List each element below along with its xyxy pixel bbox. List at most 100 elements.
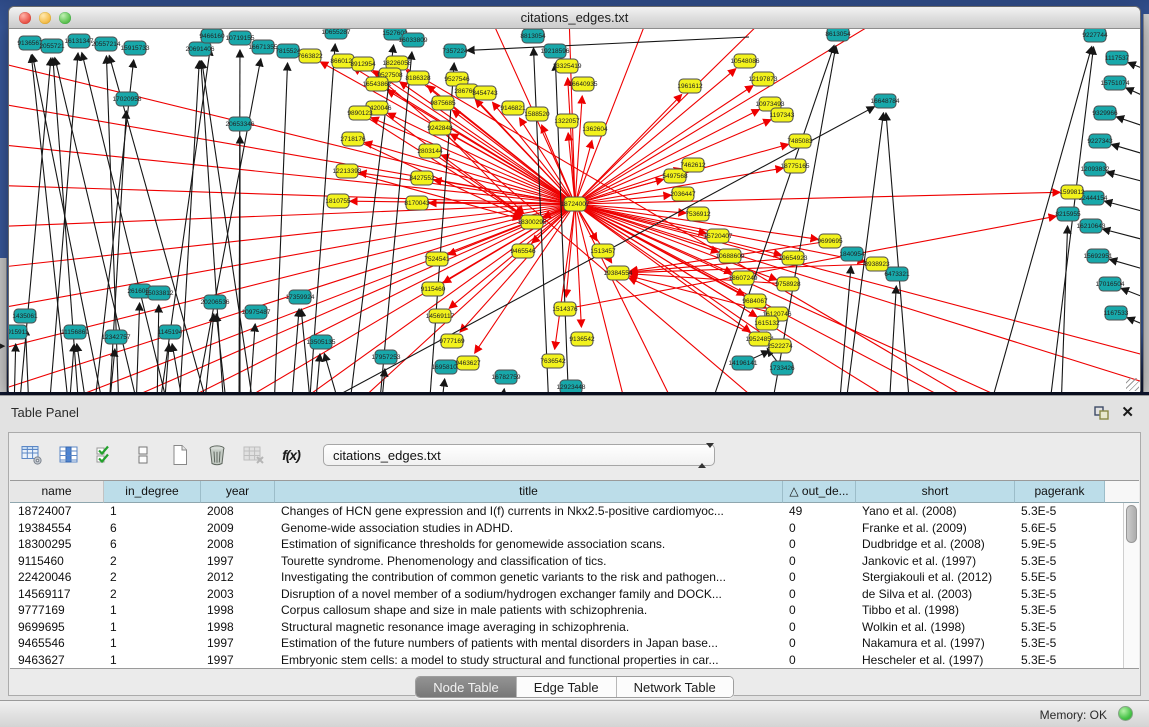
function-builder-button[interactable]: f(x) — [278, 442, 304, 468]
cell-in_degree[interactable]: 1 — [104, 619, 201, 636]
cell-year[interactable]: 2003 — [201, 586, 275, 603]
graph-node[interactable]: 18300295 — [518, 215, 547, 229]
graph-edge[interactable] — [1110, 259, 1140, 275]
graph-node[interactable]: 20653346 — [226, 117, 255, 131]
cell-out_degree[interactable]: 0 — [783, 553, 856, 570]
graph-node[interactable]: 9329966 — [1092, 106, 1118, 120]
cell-out_degree[interactable]: 49 — [783, 503, 856, 520]
cell-name[interactable]: 9463627 — [10, 652, 104, 669]
tab-network-table[interactable]: Network Table — [617, 677, 733, 697]
cell-in_degree[interactable]: 1 — [104, 652, 201, 669]
graph-node[interactable]: 7663822 — [297, 49, 323, 63]
show-columns-button[interactable] — [56, 442, 82, 468]
cell-in_degree[interactable]: 1 — [104, 635, 201, 652]
graph-node[interactable]: 8813054 — [520, 29, 546, 43]
cell-out_degree[interactable]: 0 — [783, 569, 856, 586]
graph-edge[interactable] — [77, 344, 87, 392]
graph-edge[interactable] — [1127, 318, 1140, 333]
graph-node[interactable]: 9136542 — [569, 332, 595, 346]
graph-node[interactable]: 20206536 — [201, 295, 230, 309]
rows-button[interactable] — [130, 442, 156, 468]
graph-edge[interactable] — [349, 45, 394, 392]
graph-node[interactable]: 16782759 — [492, 370, 521, 384]
graph-node[interactable]: 18724007 — [561, 197, 590, 211]
graph-node[interactable]: 1167533 — [1104, 306, 1129, 320]
graph-node[interactable]: 9227343 — [1087, 134, 1113, 148]
graph-node[interactable]: 16210643 — [1077, 219, 1106, 233]
graph-node[interactable]: 7357224 — [442, 44, 468, 58]
graph-node[interactable]: 1810755 — [325, 194, 351, 208]
graph-edge[interactable] — [467, 37, 749, 50]
graph-node[interactable]: 7485083 — [787, 134, 813, 148]
cell-name[interactable]: 9115460 — [10, 553, 104, 570]
graph-node[interactable]: 10655287 — [322, 29, 351, 39]
graph-node[interactable]: 9890123 — [347, 106, 373, 120]
graph-edge[interactable] — [575, 204, 627, 392]
graph-node[interactable]: 10688609 — [716, 249, 745, 263]
cell-title[interactable]: Estimation of significance thresholds fo… — [275, 536, 783, 553]
graph-node[interactable]: 10975487 — [242, 305, 271, 319]
graph-edge[interactable] — [1128, 62, 1140, 77]
cell-out_degree[interactable]: 0 — [783, 602, 856, 619]
graph-node[interactable]: 17359924 — [286, 290, 315, 304]
cell-pagerank[interactable]: 5.3E-5 — [1015, 602, 1105, 619]
cell-title[interactable]: Investigating the contribution of common… — [275, 569, 783, 586]
network-window-titlebar[interactable]: citations_edges.txt — [9, 7, 1140, 29]
graph-node[interactable]: 9465546 — [510, 244, 536, 258]
graph-node[interactable]: 1513457 — [590, 244, 616, 258]
graph-node[interactable]: 15033812 — [145, 286, 174, 300]
graph-node[interactable]: 17957253 — [372, 350, 401, 364]
cell-in_degree[interactable]: 2 — [104, 569, 201, 586]
graph-node[interactable]: 8938923 — [864, 257, 890, 271]
cell-short[interactable]: Hescheler et al. (1997) — [856, 652, 1015, 669]
graph-node[interactable]: 16033809 — [399, 33, 428, 47]
graph-node[interactable]: 10719155 — [226, 31, 255, 45]
cell-title[interactable]: Embryonic stem cells: a model to study s… — [275, 652, 783, 669]
graph-edge[interactable] — [157, 305, 159, 392]
column-header-out_degree[interactable]: △ out_de... — [783, 481, 856, 503]
graph-node[interactable]: 2522274 — [767, 339, 793, 353]
cell-in_degree[interactable]: 6 — [104, 536, 201, 553]
graph-node[interactable]: 6473321 — [884, 267, 910, 281]
cell-title[interactable]: Corpus callosum shape and size in male p… — [275, 602, 783, 619]
graph-node[interactable]: 2718176 — [340, 132, 366, 146]
column-header-short[interactable]: short — [856, 481, 1015, 503]
cell-short[interactable]: Yano et al. (2008) — [856, 503, 1015, 520]
float-panel-button[interactable] — [1094, 406, 1109, 420]
graph-edge[interactable] — [441, 379, 445, 392]
graph-edge[interactable] — [575, 29, 889, 204]
graph-node[interactable]: 12342757 — [102, 330, 131, 344]
graph-edge[interactable] — [1112, 144, 1140, 160]
cell-name[interactable]: 22420046 — [10, 569, 104, 586]
graph-node[interactable]: 16131347 — [65, 34, 94, 48]
graph-node[interactable]: 18607249 — [729, 271, 758, 285]
table-row[interactable]: 2242004622012Investigating the contribut… — [10, 569, 1123, 586]
graph-node[interactable]: 9466160 — [199, 29, 225, 43]
graph-edge[interactable] — [889, 286, 896, 392]
cell-name[interactable]: 9465546 — [10, 635, 104, 652]
graph-node[interactable]: 19218596 — [541, 44, 570, 58]
graph-node[interactable]: 13505135 — [307, 335, 336, 349]
graph-node[interactable]: 2055721 — [39, 39, 65, 53]
graph-edge[interactable] — [274, 63, 288, 392]
cell-name[interactable]: 18300295 — [10, 536, 104, 553]
column-header-name[interactable]: name — [10, 481, 104, 503]
graph-node[interactable]: 9242848 — [427, 121, 453, 135]
select-rows-button[interactable] — [93, 442, 119, 468]
graph-node[interactable]: 15692951 — [1084, 249, 1113, 263]
graph-node[interactable]: 1362604 — [582, 122, 608, 136]
cell-title[interactable]: Estimation of the future numbers of pati… — [275, 635, 783, 652]
tab-edge-table[interactable]: Edge Table — [517, 677, 617, 697]
graph-edge[interactable] — [1116, 117, 1140, 133]
graph-node[interactable]: 15720407 — [704, 229, 733, 243]
graph-node[interactable]: 8454743 — [472, 86, 498, 100]
graph-node[interactable]: 8427552 — [409, 171, 435, 185]
cell-short[interactable]: Jankovic et al. (1997) — [856, 553, 1015, 570]
table-row[interactable]: 1938455462009Genome-wide association stu… — [10, 520, 1123, 537]
cell-in_degree[interactable]: 2 — [104, 553, 201, 570]
graph-edge[interactable] — [53, 58, 79, 392]
cell-pagerank[interactable]: 5.3E-5 — [1015, 619, 1105, 636]
cell-short[interactable]: Stergiakouli et al. (2012) — [856, 569, 1015, 586]
cell-pagerank[interactable]: 5.9E-5 — [1015, 536, 1105, 553]
delete-column-button[interactable] — [204, 442, 230, 468]
